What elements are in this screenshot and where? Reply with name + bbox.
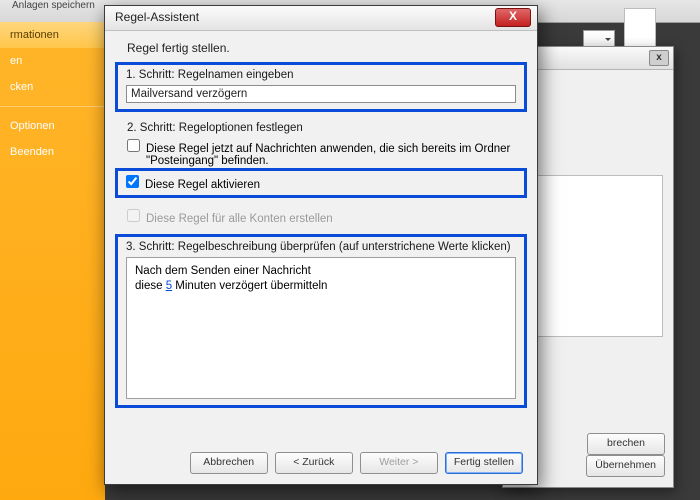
cancel-button[interactable]: Abbrechen [190, 452, 268, 474]
sidebar-item-info[interactable]: rmationen [0, 22, 105, 48]
step3-group: 3. Schritt: Regelbeschreibung überprüfen… [115, 234, 527, 408]
desc-line2: diese 5 Minuten verzögert übermitteln [135, 279, 507, 294]
close-button[interactable]: X [495, 8, 531, 27]
sidebar-item-open[interactable]: en [0, 48, 105, 74]
activate-label: Diese Regel aktivieren [145, 179, 260, 191]
activate-checkbox[interactable] [126, 175, 139, 188]
desc-line2-b: Minuten verzögert übermitteln [172, 280, 327, 292]
desc-line1: Nach dem Senden einer Nachricht [135, 264, 507, 279]
back-cancel-button[interactable]: brechen [587, 433, 665, 455]
sidebar-item-exit[interactable]: Beenden [0, 139, 105, 165]
all-accounts-row-wrap: Diese Regel für alle Konten erstellen [115, 206, 527, 226]
backstage-sidebar: rmationen en cken Optionen Beenden [0, 22, 105, 500]
rules-wizard-dialog: Regel-Assistent X Regel fertig stellen. … [104, 5, 538, 485]
dialog-subtitle: Regel fertig stellen. [105, 31, 537, 55]
step1-label: 1. Schritt: Regelnamen eingeben [126, 69, 516, 81]
finish-button[interactable]: Fertig stellen [445, 452, 523, 474]
sidebar-item-print[interactable]: cken [0, 74, 105, 100]
sidebar-separator [0, 106, 105, 107]
apply-now-checkbox[interactable] [127, 139, 140, 152]
desc-line2-a: diese [135, 280, 166, 292]
all-accounts-label: Diese Regel für alle Konten erstellen [146, 213, 333, 225]
step2-label: 2. Schritt: Regeloptionen festlegen [127, 122, 515, 134]
dialog-button-bar: Abbrechen < Zurück Weiter > Fertig stell… [105, 452, 537, 474]
next-button: Weiter > [360, 452, 438, 474]
step1-group: 1. Schritt: Regelnamen eingeben [115, 62, 527, 112]
rule-name-input[interactable] [126, 85, 516, 103]
dialog-title: Regel-Assistent [115, 10, 199, 24]
activate-checkbox-row[interactable]: Diese Regel aktivieren [126, 174, 516, 192]
step2-group: 2. Schritt: Regeloptionen festlegen Dies… [115, 120, 527, 168]
apply-now-label: Diese Regel jetzt auf Nachrichten anwend… [146, 143, 515, 167]
back-apply-button[interactable]: Übernehmen [586, 455, 665, 477]
close-icon[interactable]: x [649, 50, 669, 66]
rule-description-box: Nach dem Senden einer Nachricht diese 5 … [126, 257, 516, 399]
sidebar-item-options[interactable]: Optionen [0, 113, 105, 139]
dialog-titlebar: Regel-Assistent X [105, 6, 537, 31]
dialog-body: 1. Schritt: Regelnamen eingeben 2. Schri… [115, 62, 527, 440]
all-accounts-checkbox-row: Diese Regel für alle Konten erstellen [127, 208, 515, 226]
all-accounts-checkbox [127, 209, 140, 222]
apply-now-checkbox-row[interactable]: Diese Regel jetzt auf Nachrichten anwend… [127, 138, 515, 168]
back-button[interactable]: < Zurück [275, 452, 353, 474]
activate-group: Diese Regel aktivieren [115, 168, 527, 198]
ribbon-fragment-text: Anlagen speichern [12, 0, 95, 11]
step3-label: 3. Schritt: Regelbeschreibung überprüfen… [126, 241, 516, 253]
